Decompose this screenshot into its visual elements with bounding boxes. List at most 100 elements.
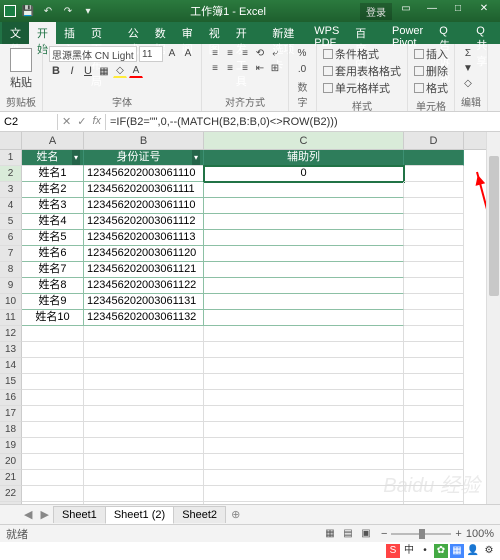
cell[interactable] [84, 438, 204, 454]
cell[interactable] [84, 486, 204, 502]
clear-icon[interactable]: ◇ [461, 76, 475, 90]
align-bottom-icon[interactable]: ≡ [238, 46, 252, 60]
row-header[interactable]: 18 [0, 422, 22, 438]
cell[interactable] [22, 374, 84, 390]
cell[interactable] [404, 390, 464, 406]
select-all-corner[interactable] [0, 132, 22, 149]
cell[interactable] [404, 342, 464, 358]
cell[interactable] [22, 342, 84, 358]
tab-newtab[interactable]: 新建选项卡 [264, 22, 306, 44]
enter-formula-icon[interactable]: ✓ [77, 115, 86, 128]
cell[interactable] [404, 150, 464, 166]
fx-icon[interactable]: fx [92, 115, 101, 128]
cell[interactable] [404, 246, 464, 262]
decimal-inc-icon[interactable]: .0 [295, 62, 309, 76]
ime-icon-4[interactable]: ✿ [434, 544, 448, 558]
cell-name[interactable]: 姓名8 [22, 278, 84, 294]
cell[interactable] [404, 486, 464, 502]
row-header[interactable]: 11 [0, 310, 22, 326]
cell[interactable] [404, 438, 464, 454]
paste-icon[interactable] [10, 48, 32, 72]
cell-name[interactable]: 姓名2 [22, 182, 84, 198]
cell-id[interactable]: 123456202003061110 [84, 166, 204, 182]
indent-dec-icon[interactable]: ⇤ [253, 61, 267, 75]
cell-helper[interactable] [204, 294, 404, 310]
number-format-icon[interactable]: % [295, 46, 309, 60]
font-name-select[interactable]: 思源黑体 CN Light [49, 46, 137, 62]
cell[interactable] [404, 166, 464, 182]
insert-cells-button[interactable]: 插入 [414, 46, 448, 62]
cell-helper[interactable] [204, 278, 404, 294]
cell[interactable] [204, 486, 404, 502]
row-header[interactable]: 19 [0, 438, 22, 454]
cell[interactable] [84, 502, 204, 504]
tab-layout[interactable]: 页面布局 [83, 22, 120, 44]
zoom-in-icon[interactable]: + [455, 528, 461, 540]
cell-helper[interactable] [204, 182, 404, 198]
row-header[interactable]: 12 [0, 326, 22, 342]
cell-helper[interactable] [204, 310, 404, 326]
page-layout-icon[interactable]: ▤ [341, 527, 355, 541]
cell[interactable] [404, 406, 464, 422]
cell[interactable] [404, 198, 464, 214]
cell[interactable] [84, 374, 204, 390]
name-box[interactable]: C2 [0, 114, 58, 130]
cell-helper[interactable] [204, 230, 404, 246]
ime-icon-3[interactable]: • [418, 544, 432, 558]
row-header[interactable]: 16 [0, 390, 22, 406]
align-right-icon[interactable]: ≡ [238, 61, 252, 75]
cell[interactable] [84, 358, 204, 374]
orientation-icon[interactable]: ⟲ [253, 46, 267, 60]
close-icon[interactable]: ✕ [472, 3, 496, 20]
row-header[interactable]: 10 [0, 294, 22, 310]
cell[interactable] [204, 374, 404, 390]
cell[interactable] [22, 454, 84, 470]
cell[interactable] [204, 470, 404, 486]
increase-font-icon[interactable]: A [165, 46, 179, 60]
cancel-formula-icon[interactable]: ✕ [62, 115, 71, 128]
cell[interactable] [204, 358, 404, 374]
cell-name[interactable]: 姓名3 [22, 198, 84, 214]
ribbon-options-icon[interactable]: ▭ [394, 3, 418, 20]
tab-formulas[interactable]: 公式 [120, 22, 147, 44]
font-color-icon[interactable]: A [129, 64, 143, 78]
cell[interactable] [204, 406, 404, 422]
row-header[interactable]: 3 [0, 182, 22, 198]
cell-helper[interactable] [204, 246, 404, 262]
header-id[interactable]: 身份证号 [84, 150, 204, 166]
cell[interactable] [204, 454, 404, 470]
tab-file[interactable]: 文件 [2, 22, 29, 44]
formula-bar[interactable]: =IF(B2="",0,--(MATCH(B2,B:B,0)<>ROW(B2))… [105, 114, 500, 130]
cell[interactable] [22, 358, 84, 374]
sheet-tab-1[interactable]: Sheet1 [53, 506, 106, 523]
save-icon[interactable]: 💾 [20, 3, 36, 19]
cell[interactable] [204, 390, 404, 406]
cell[interactable] [22, 502, 84, 504]
row-header[interactable]: 17 [0, 406, 22, 422]
cell[interactable] [22, 486, 84, 502]
cell[interactable] [404, 326, 464, 342]
tab-home[interactable]: 开始 [29, 22, 56, 44]
ime-icon-7[interactable]: ⚙ [482, 544, 496, 558]
cell[interactable] [22, 406, 84, 422]
cell[interactable] [404, 262, 464, 278]
maximize-icon[interactable]: □ [446, 3, 470, 20]
vertical-scrollbar[interactable] [486, 132, 500, 504]
wrap-icon[interactable]: ⤶ [268, 46, 282, 60]
cell[interactable] [84, 406, 204, 422]
cell[interactable] [404, 374, 464, 390]
cell[interactable] [404, 230, 464, 246]
cell[interactable] [204, 502, 404, 504]
tab-view[interactable]: 视图 [201, 22, 228, 44]
align-middle-icon[interactable]: ≡ [223, 46, 237, 60]
qat-more-icon[interactable]: ▾ [80, 3, 96, 19]
header-helper[interactable]: 辅助列 [204, 150, 404, 166]
cell-id[interactable]: 123456202003061113 [84, 230, 204, 246]
align-left-icon[interactable]: ≡ [208, 61, 222, 75]
ime-icon-2[interactable]: 中 [402, 544, 416, 558]
cell-name[interactable]: 姓名10 [22, 310, 84, 326]
sheet-nav-prev-icon[interactable]: ◀ [20, 508, 36, 521]
row-header[interactable]: 5 [0, 214, 22, 230]
table-format-button[interactable]: 套用表格格式 [323, 63, 401, 79]
row-header[interactable]: 20 [0, 454, 22, 470]
